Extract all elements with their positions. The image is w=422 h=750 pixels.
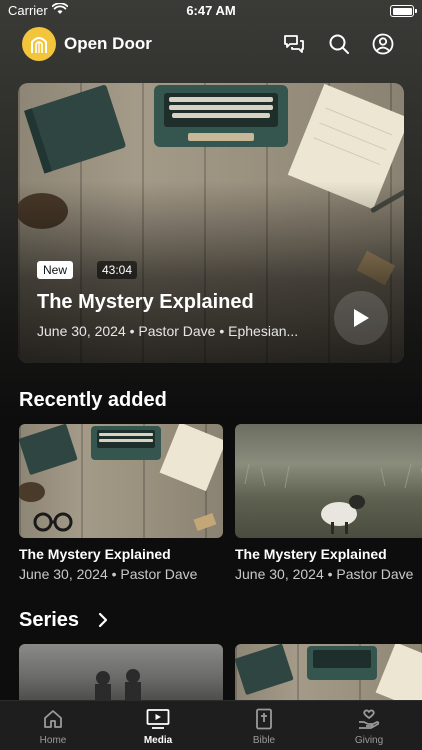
app-title: Open Door bbox=[64, 34, 152, 53]
play-icon bbox=[354, 309, 369, 327]
recent-item-thumbnail bbox=[235, 424, 422, 538]
media-icon bbox=[118, 707, 198, 731]
tab-home-label: Home bbox=[39, 735, 67, 746]
account-icon[interactable] bbox=[371, 32, 395, 56]
status-time: 6:47 AM bbox=[186, 3, 236, 18]
duration-badge: 43:04 bbox=[97, 261, 138, 279]
chat-icon[interactable] bbox=[282, 32, 306, 56]
tab-media-label: Media bbox=[143, 735, 173, 746]
recent-item-meta: June 30, 2024 • Pastor Dave bbox=[235, 566, 414, 582]
recent-item-thumbnail bbox=[19, 424, 223, 538]
play-button[interactable] bbox=[334, 291, 388, 345]
giving-icon bbox=[329, 707, 409, 731]
recent-item-card[interactable]: The Mystery Explained June 30, 2024 • Pa… bbox=[235, 424, 422, 582]
series-card[interactable] bbox=[235, 644, 422, 700]
tab-bible[interactable]: Bible bbox=[224, 707, 304, 746]
recent-item-title: The Mystery Explained bbox=[19, 546, 171, 562]
tab-home[interactable]: Home bbox=[13, 707, 93, 746]
search-icon[interactable] bbox=[327, 32, 351, 56]
featured-sermon-card[interactable]: New 43:04 The Mystery Explained June 30,… bbox=[18, 83, 404, 363]
home-icon bbox=[13, 707, 93, 731]
tab-giving[interactable]: Giving bbox=[329, 707, 409, 746]
church-logo[interactable] bbox=[22, 27, 56, 61]
hero-title: The Mystery Explained bbox=[37, 291, 254, 313]
tab-media[interactable]: Media bbox=[118, 707, 198, 746]
tab-bar: Home Media Bible Giving bbox=[0, 700, 422, 750]
bible-icon bbox=[224, 707, 304, 731]
hero-meta: June 30, 2024 • Pastor Dave • Ephesian..… bbox=[37, 323, 299, 339]
series-heading[interactable]: Series bbox=[19, 609, 79, 632]
tab-bible-label: Bible bbox=[252, 735, 276, 746]
new-badge: New bbox=[37, 261, 74, 279]
recently-added-heading: Recently added bbox=[19, 389, 167, 411]
battery-icon bbox=[390, 5, 417, 17]
tab-giving-label: Giving bbox=[354, 735, 384, 746]
series-card[interactable] bbox=[19, 644, 223, 700]
recent-item-title: The Mystery Explained bbox=[235, 546, 387, 562]
status-bar: Carrier 6:47 AM bbox=[0, 0, 422, 22]
recent-item-meta: June 30, 2024 • Pastor Dave bbox=[19, 566, 198, 582]
chevron-right-icon[interactable] bbox=[97, 612, 109, 633]
recent-item-card[interactable]: The Mystery Explained June 30, 2024 • Pa… bbox=[19, 424, 223, 582]
app-header: Open Door bbox=[0, 22, 422, 66]
